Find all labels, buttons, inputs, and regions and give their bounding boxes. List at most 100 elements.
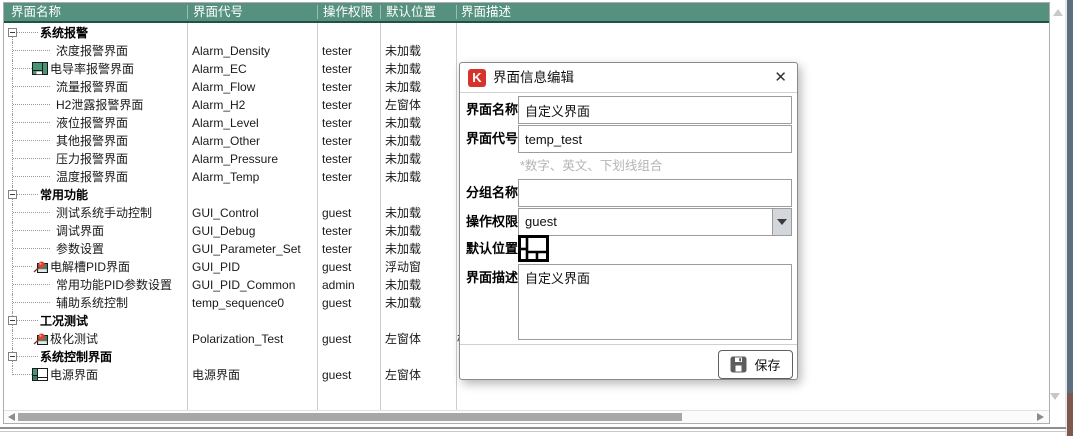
interface-name-label: 辅助系统控制: [56, 294, 128, 312]
cell-permission: tester: [322, 132, 352, 150]
tree-group-row[interactable]: 系统报警: [4, 24, 1049, 42]
dialog-footer-divider: [460, 344, 797, 345]
interface-name-label: 其他报警界面: [56, 132, 128, 150]
close-icon[interactable]: ✕: [774, 67, 787, 89]
tree-line: [12, 114, 13, 132]
column-header-name[interactable]: 界面名称: [11, 3, 61, 21]
tree-line: [12, 240, 13, 258]
interface-name-label: 浓度报警界面: [56, 42, 128, 60]
cell-position: 未加载: [385, 240, 421, 258]
cell-code: GUI_PID_Common: [192, 276, 295, 294]
horizontal-scrollbar[interactable]: [4, 410, 1049, 423]
scroll-left-arrow-icon[interactable]: [8, 413, 15, 421]
dropdown-button[interactable]: [772, 209, 791, 235]
scroll-right-arrow-icon[interactable]: [1037, 413, 1044, 421]
cell-code: 电源界面: [192, 366, 240, 384]
interface-name-label: 测试系统手动控制: [56, 204, 152, 222]
code-field-label: 界面代号: [466, 125, 518, 153]
cell-permission: tester: [322, 240, 352, 258]
interface-name-label: 电解槽PID界面: [50, 258, 130, 276]
chevron-down-icon: [777, 219, 787, 225]
code-field-hint: *数字、英文、下划线组合: [520, 155, 662, 174]
tree-line: [13, 302, 50, 303]
tree-line: [17, 194, 38, 195]
cell-position: 未加载: [385, 78, 421, 96]
interface-name-label: 常用功能PID参数设置: [56, 276, 172, 294]
column-header-code[interactable]: 界面代号: [193, 3, 243, 21]
cell-position: 未加载: [385, 294, 421, 312]
save-button[interactable]: 保存: [718, 350, 793, 379]
cell-permission: tester: [322, 78, 352, 96]
cell-permission: tester: [322, 150, 352, 168]
tree-line: [13, 284, 50, 285]
interface-name-label: 极化测试: [50, 330, 98, 348]
name-field[interactable]: [518, 96, 792, 124]
scroll-up-arrow-icon[interactable]: [1053, 9, 1063, 16]
cell-position: 左窗体: [385, 96, 421, 114]
code-field[interactable]: [518, 125, 792, 153]
tree-line: [12, 294, 13, 312]
tree-line: [13, 266, 32, 267]
tree-line: [13, 248, 50, 249]
cell-code: GUI_Control: [192, 204, 259, 222]
group-label: 工况测试: [40, 312, 88, 330]
dialog-title-bar[interactable]: K 界面信息编辑 ✕: [460, 63, 797, 93]
cell-position: 未加载: [385, 114, 421, 132]
tree-line: [13, 212, 50, 213]
group-label: 系统控制界面: [40, 348, 112, 366]
header-divider: [317, 5, 318, 19]
permission-dropdown[interactable]: guest: [518, 208, 792, 236]
interface-name-label: H2泄露报警界面: [56, 96, 143, 114]
group-label: 常用功能: [40, 186, 88, 204]
collapse-expander-icon[interactable]: [8, 190, 17, 199]
tree-line: [12, 168, 13, 186]
tree-line: [13, 158, 50, 159]
window-bottom-border-light: [0, 431, 1066, 432]
cell-code: Alarm_Pressure: [192, 150, 278, 168]
tree-line: [12, 132, 13, 150]
tree-line: [13, 104, 50, 105]
tree-line: [12, 42, 13, 60]
interface-name-label: 流量报警界面: [56, 78, 128, 96]
interface-name-label: 电导率报警界面: [50, 60, 134, 78]
group-field[interactable]: [518, 179, 792, 207]
tree-line: [12, 78, 13, 96]
interface-name-label: 液位报警界面: [56, 114, 128, 132]
tree-line: [13, 374, 32, 375]
interface-name-label: 电源界面: [50, 366, 98, 384]
position-field-label: 默认位置: [466, 235, 518, 263]
scroll-down-arrow-icon[interactable]: [1050, 393, 1060, 400]
interface-name-label: 温度报警界面: [56, 168, 128, 186]
power-window-icon: [32, 368, 48, 381]
cell-position: 未加载: [385, 276, 421, 294]
header-divider: [187, 5, 188, 19]
description-field[interactable]: 自定义界面: [518, 264, 792, 340]
save-disk-icon: [730, 356, 747, 373]
app-logo-icon: K: [468, 69, 486, 87]
window-bottom-border: [0, 427, 1066, 429]
cell-position: 浮动窗: [385, 258, 421, 276]
table-row[interactable]: 浓度报警界面Alarm_Densitytester未加载: [4, 42, 1049, 60]
cell-permission: guest: [322, 366, 351, 384]
cell-code: Alarm_Level: [192, 114, 259, 132]
tree-line: [17, 32, 38, 33]
column-header-permission[interactable]: 操作权限: [323, 3, 373, 21]
collapse-expander-icon[interactable]: [8, 316, 17, 325]
tree-line: [13, 230, 50, 231]
cell-code: temp_sequence0: [192, 294, 284, 312]
default-position-layout-icon[interactable]: [518, 235, 549, 267]
column-header-position[interactable]: 默认位置: [386, 3, 436, 21]
tree-line: [12, 96, 13, 114]
cell-code: Polarization_Test: [192, 330, 283, 348]
cell-permission: tester: [322, 168, 352, 186]
tree-line: [13, 176, 50, 177]
table-header-row: 界面名称 界面代号 操作权限 默认位置 界面描述: [4, 3, 1049, 21]
collapse-expander-icon[interactable]: [8, 352, 17, 361]
column-header-description[interactable]: 界面描述: [461, 3, 511, 21]
permission-field-label: 操作权限: [466, 208, 518, 236]
cell-code: Alarm_EC: [192, 60, 247, 78]
cell-position: 未加载: [385, 150, 421, 168]
horizontal-scrollbar-thumb[interactable]: [18, 413, 682, 421]
interface-name-label: 参数设置: [56, 240, 104, 258]
collapse-expander-icon[interactable]: [8, 28, 17, 37]
